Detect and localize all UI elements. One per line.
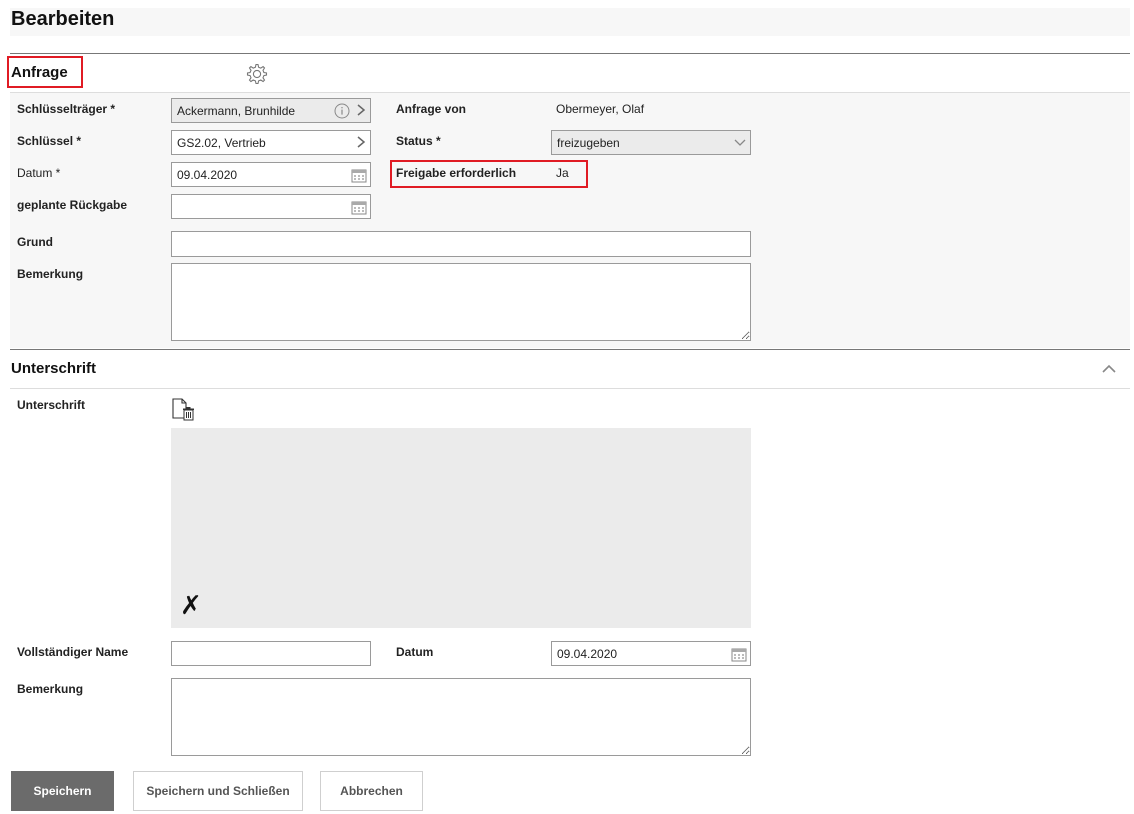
signature-remark-label: Bemerkung xyxy=(17,682,84,696)
schluessel-label: Schlüssel * xyxy=(17,134,82,148)
status-select[interactable]: freizugeben xyxy=(551,130,751,155)
section-title-unterschrift: Unterschrift xyxy=(11,360,97,377)
chevron-right-icon[interactable] xyxy=(352,103,370,119)
signature-pad[interactable]: ✗ xyxy=(171,428,751,628)
schluesseltraeger-value: Ackermann, Brunhilde xyxy=(177,103,296,118)
signature-date-field[interactable]: 09.04.2020 xyxy=(551,641,751,666)
section-divider xyxy=(10,53,1130,54)
freigabe-label: Freigabe erforderlich xyxy=(396,166,517,180)
chevron-right-icon[interactable] xyxy=(352,135,370,151)
calendar-icon[interactable] xyxy=(351,200,367,214)
info-icon[interactable] xyxy=(332,103,352,119)
datum-label: Datum * xyxy=(17,166,61,180)
chevron-down-icon[interactable] xyxy=(730,136,750,150)
full-name-field[interactable] xyxy=(171,641,371,666)
schluessel-value: GS2.02, Vertrieb xyxy=(177,135,266,150)
freigabe-value: Ja xyxy=(556,166,569,180)
calendar-icon[interactable] xyxy=(731,647,747,661)
section-divider-light xyxy=(10,388,1130,389)
status-label: Status * xyxy=(396,134,441,148)
signature-date-value: 09.04.2020 xyxy=(557,646,618,661)
section-divider xyxy=(10,349,1130,350)
save-and-close-button[interactable]: Speichern und Schließen xyxy=(133,771,303,811)
bemerkung-textarea[interactable] xyxy=(171,263,751,341)
schluesseltraeger-label: Schlüsselträger * xyxy=(17,102,116,116)
calendar-icon[interactable] xyxy=(351,168,367,182)
schluesseltraeger-field[interactable]: Ackermann, Brunhilde xyxy=(171,98,371,123)
save-button[interactable]: Speichern xyxy=(11,771,114,811)
page-title: Bearbeiten xyxy=(11,8,115,30)
signature-mark: ✗ xyxy=(180,590,202,620)
datum-value: 09.04.2020 xyxy=(177,167,238,182)
schluessel-field[interactable]: GS2.02, Vertrieb xyxy=(171,130,371,155)
delete-document-icon[interactable] xyxy=(171,397,197,423)
signature-label: Unterschrift xyxy=(17,398,86,412)
anfrage-von-label: Anfrage von xyxy=(396,102,467,116)
bemerkung-label: Bemerkung xyxy=(17,267,84,281)
datum-field[interactable]: 09.04.2020 xyxy=(171,162,371,187)
full-name-label: Vollständiger Name xyxy=(17,645,129,659)
chevron-up-icon[interactable] xyxy=(1100,361,1118,377)
grund-label: Grund xyxy=(17,235,53,249)
cancel-button[interactable]: Abbrechen xyxy=(320,771,423,811)
title-bar: Bearbeiten xyxy=(10,8,1130,36)
gear-icon[interactable] xyxy=(243,61,269,87)
rueckgabe-field[interactable] xyxy=(171,194,371,219)
status-value: freizugeben xyxy=(557,135,620,150)
signature-remark-textarea[interactable] xyxy=(171,678,751,756)
grund-field[interactable] xyxy=(171,231,751,257)
signature-date-label: Datum xyxy=(396,645,434,659)
highlight-box-anfrage xyxy=(7,56,83,88)
rueckgabe-label: geplante Rückgabe xyxy=(17,198,128,212)
anfrage-von-value: Obermeyer, Olaf xyxy=(556,102,645,116)
section-divider-light xyxy=(10,92,1130,93)
